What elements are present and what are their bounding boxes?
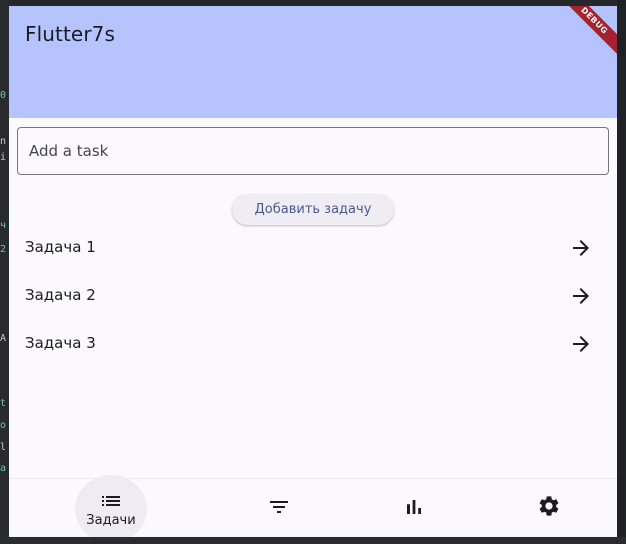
app-bar: Flutter7s DEBUG	[9, 6, 617, 118]
arrow-forward-icon	[573, 240, 589, 256]
task-list-item[interactable]: Задача 3	[9, 320, 617, 368]
nav-label-tasks: Задачи	[86, 513, 136, 528]
gear-icon	[539, 496, 559, 516]
task-label: Задача 2	[25, 286, 96, 304]
add-task-button[interactable]: Добавить задачу	[232, 194, 394, 225]
arrow-forward-icon	[573, 288, 589, 304]
app-window: Flutter7s DEBUG Добавить задачу Задача 1…	[9, 6, 617, 537]
filter-icon	[270, 501, 288, 513]
nav-item-filter[interactable]	[213, 479, 345, 537]
debug-banner: DEBUG	[557, 6, 617, 58]
task-label: Задача 3	[25, 334, 96, 352]
arrow-forward-icon	[573, 336, 589, 352]
nav-item-tasks[interactable]: Задачи	[9, 475, 213, 537]
bar-chart-icon	[407, 500, 421, 514]
background-editor-edge	[617, 0, 626, 544]
app-title: Flutter7s	[25, 22, 115, 46]
add-task-input[interactable]	[17, 127, 609, 175]
list-icon	[102, 496, 120, 506]
bottom-navigation-bar: Задачи	[9, 475, 617, 537]
nav-item-settings[interactable]	[481, 479, 617, 537]
task-list-item[interactable]: Задача 2	[9, 272, 617, 320]
task-list: Задача 1 Задача 2 Задача 3	[9, 224, 617, 368]
background-editor-bottom	[0, 537, 626, 544]
nav-item-stats[interactable]	[345, 479, 481, 537]
task-label: Задача 1	[25, 238, 96, 256]
task-list-item[interactable]: Задача 1	[9, 224, 617, 272]
